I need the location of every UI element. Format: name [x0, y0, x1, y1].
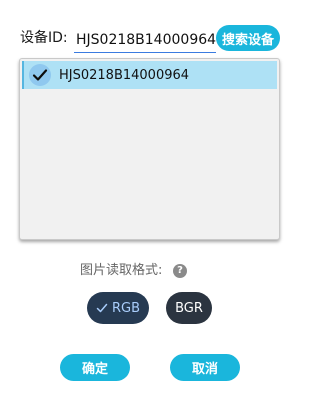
cancel-button[interactable]: 取消 — [170, 354, 240, 381]
format-bgr-button[interactable]: BGR — [166, 292, 212, 324]
device-id-input[interactable] — [74, 27, 216, 53]
device-dialog: 设备ID: 搜索设备 HJS0218B14000964 图片读取格式: ? RG… — [0, 0, 300, 400]
format-bgr-label: BGR — [175, 300, 203, 316]
help-icon[interactable]: ? — [173, 264, 187, 278]
format-rgb-button[interactable]: RGB — [87, 292, 149, 324]
search-device-button[interactable]: 搜索设备 — [216, 25, 280, 51]
checkmark-icon — [29, 64, 51, 86]
ok-button[interactable]: 确定 — [60, 354, 130, 381]
check-icon — [96, 302, 108, 314]
image-format-label: 图片读取格式: — [80, 263, 163, 278]
device-list[interactable]: HJS0218B14000964 — [19, 58, 280, 240]
device-list-item-label: HJS0218B14000964 — [59, 67, 190, 83]
device-id-label: 设备ID: — [20, 30, 68, 46]
device-list-item[interactable]: HJS0218B14000964 — [22, 61, 277, 89]
format-rgb-label: RGB — [111, 300, 141, 316]
